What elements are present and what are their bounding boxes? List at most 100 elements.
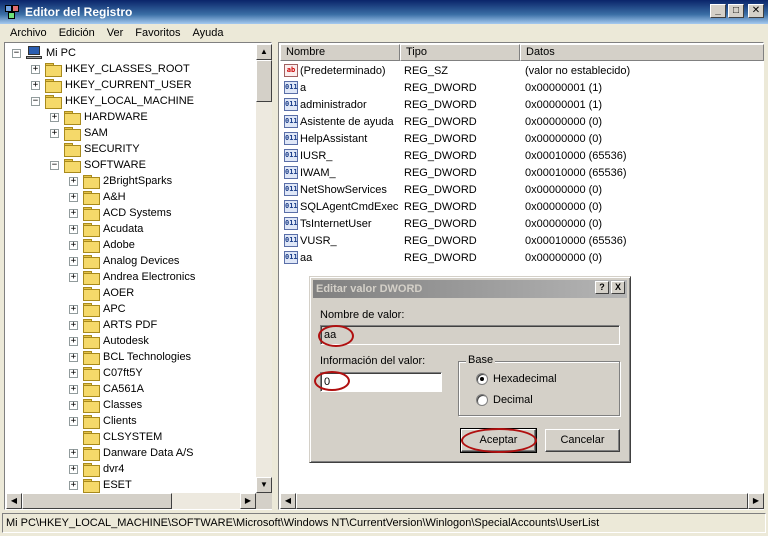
- expand-icon[interactable]: +: [69, 352, 78, 362]
- tree-node[interactable]: − HKEY_LOCAL_MACHINE: [31, 93, 194, 109]
- folder-icon: [64, 127, 81, 141]
- expand-icon[interactable]: +: [69, 272, 78, 282]
- value-data-input[interactable]: 0: [320, 372, 442, 392]
- list-horizontal-scrollbar[interactable]: ◀ ▶: [280, 493, 764, 509]
- value-row[interactable]: 011 IWAM_ REG_DWORD 0x00010000 (65536): [280, 164, 764, 181]
- tree-node[interactable]: + HARDWARE: [50, 109, 148, 125]
- minimize-button[interactable]: _: [710, 4, 726, 18]
- tree-node[interactable]: CLSYSTEM: [69, 429, 162, 445]
- expand-icon[interactable]: +: [69, 464, 78, 474]
- tree-node[interactable]: + ESET: [69, 477, 132, 493]
- expand-icon[interactable]: +: [31, 64, 40, 74]
- value-row[interactable]: 011 TsInternetUser REG_DWORD 0x00000000 (0): [280, 215, 764, 232]
- expand-icon[interactable]: +: [69, 240, 78, 250]
- menu-ayuda[interactable]: Ayuda: [187, 27, 230, 39]
- column-data-header[interactable]: Datos: [520, 44, 764, 61]
- expand-icon[interactable]: +: [69, 192, 78, 202]
- expand-icon[interactable]: +: [69, 416, 78, 426]
- expand-icon[interactable]: +: [50, 128, 59, 138]
- value-row[interactable]: 011 IUSR_ REG_DWORD 0x00010000 (65536): [280, 147, 764, 164]
- expand-icon[interactable]: +: [69, 320, 78, 330]
- value-row[interactable]: 011 aa REG_DWORD 0x00000000 (0): [280, 249, 764, 266]
- tree-node[interactable]: + HKEY_CURRENT_USER: [31, 77, 192, 93]
- tree-node[interactable]: + ACD Systems: [69, 205, 171, 221]
- value-name-cell: 011 HelpAssistant: [280, 132, 400, 145]
- value-row[interactable]: 011 administrador REG_DWORD 0x00000001 (1): [280, 96, 764, 113]
- binary-value-icon: 011: [284, 251, 298, 264]
- tree-node[interactable]: + HKEY_CLASSES_ROOT: [31, 61, 190, 77]
- tree-node[interactable]: + A&H: [69, 189, 126, 205]
- expand-icon[interactable]: +: [69, 384, 78, 394]
- cancel-button[interactable]: Cancelar: [545, 429, 620, 452]
- menu-favoritos[interactable]: Favoritos: [129, 27, 186, 39]
- list-scroll-left-icon[interactable]: ◀: [280, 493, 296, 509]
- tree-node[interactable]: SECURITY: [50, 141, 140, 157]
- expand-icon[interactable]: +: [69, 368, 78, 378]
- value-row[interactable]: 011 a REG_DWORD 0x00000001 (1): [280, 79, 764, 96]
- tree-node[interactable]: + Clients: [69, 413, 137, 429]
- value-row[interactable]: 011 HelpAssistant REG_DWORD 0x00000000 (0): [280, 130, 764, 147]
- expand-icon[interactable]: +: [69, 480, 78, 490]
- collapse-icon[interactable]: −: [12, 48, 21, 58]
- tree-hscroll-thumb[interactable]: [22, 493, 172, 509]
- tree-node[interactable]: + Danware Data A/S: [69, 445, 194, 461]
- expand-icon[interactable]: +: [69, 256, 78, 266]
- expand-icon[interactable]: +: [69, 400, 78, 410]
- expand-icon[interactable]: +: [69, 304, 78, 314]
- maximize-button[interactable]: □: [728, 4, 744, 18]
- collapse-icon[interactable]: −: [50, 160, 59, 170]
- list-hscroll-thumb[interactable]: [296, 493, 748, 509]
- tree-node[interactable]: + BCL Technologies: [69, 349, 191, 365]
- tree-node[interactable]: + C07ft5Y: [69, 365, 143, 381]
- tree-node[interactable]: + Analog Devices: [69, 253, 179, 269]
- tree-horizontal-scrollbar[interactable]: ◀ ▶: [6, 493, 256, 509]
- expand-icon[interactable]: +: [69, 336, 78, 346]
- collapse-icon[interactable]: −: [31, 96, 40, 106]
- tree-node[interactable]: + APC: [69, 301, 126, 317]
- tree-node[interactable]: + SAM: [50, 125, 108, 141]
- menu-edicion[interactable]: Edición: [53, 27, 101, 39]
- value-row[interactable]: 011 SQLAgentCmdExec REG_DWORD 0x00000000 (0…: [280, 198, 764, 215]
- tree-node[interactable]: + Autodesk: [69, 333, 149, 349]
- tree-node[interactable]: +2BrightSparks: [69, 173, 172, 189]
- scroll-down-icon[interactable]: ▼: [256, 477, 272, 493]
- help-button[interactable]: ?: [595, 281, 609, 294]
- menu-archivo[interactable]: Archivo: [4, 27, 53, 39]
- tree-node[interactable]: + Classes: [69, 397, 142, 413]
- hexadecimal-radio[interactable]: Hexadecimal: [476, 373, 557, 385]
- tree-node[interactable]: + Andrea Electronics: [69, 269, 195, 285]
- column-name-header[interactable]: Nombre: [280, 44, 400, 61]
- tree-node[interactable]: + ARTS PDF: [69, 317, 157, 333]
- value-data: 0x00000000 (0): [525, 132, 603, 145]
- tree-vertical-scrollbar[interactable]: ▲ ▼: [256, 44, 272, 493]
- expand-icon[interactable]: +: [69, 448, 78, 458]
- ok-button[interactable]: Aceptar: [460, 428, 537, 453]
- expand-icon[interactable]: +: [69, 176, 78, 186]
- value-row[interactable]: 011 NetShowServices REG_DWORD 0x00000000 (0…: [280, 181, 764, 198]
- expand-icon[interactable]: +: [69, 208, 78, 218]
- menu-ver[interactable]: Ver: [101, 27, 130, 39]
- tree-node[interactable]: + Adobe: [69, 237, 135, 253]
- close-button[interactable]: ✕: [748, 4, 764, 18]
- tree-node[interactable]: + Acudata: [69, 221, 143, 237]
- value-row[interactable]: 011 Asistente de ayuda REG_DWORD 0x00000000…: [280, 113, 764, 130]
- tree-scroll-thumb[interactable]: [256, 60, 272, 102]
- tree-node[interactable]: − Mi PC: [12, 45, 76, 61]
- scroll-right-icon[interactable]: ▶: [240, 493, 256, 509]
- dialog-close-icon[interactable]: X: [611, 281, 625, 294]
- column-type-header[interactable]: Tipo: [400, 44, 520, 61]
- expand-icon[interactable]: +: [50, 112, 59, 122]
- registry-tree: − Mi PC + HKEY_CLASSES_ROOT + HKEY_CURRENT_US…: [6, 44, 256, 493]
- value-row[interactable]: 011 VUSR_ REG_DWORD 0x00010000 (65536): [280, 232, 764, 249]
- expand-icon[interactable]: +: [31, 80, 40, 90]
- scroll-left-icon[interactable]: ◀: [6, 493, 22, 509]
- tree-node[interactable]: AOER: [69, 285, 134, 301]
- tree-node[interactable]: − SOFTWARE: [50, 157, 146, 173]
- tree-node[interactable]: + dvr4: [69, 461, 124, 477]
- value-row[interactable]: ab (Predeterminado) REG_SZ (valor no establ…: [280, 62, 764, 79]
- scroll-up-icon[interactable]: ▲: [256, 44, 272, 60]
- tree-node[interactable]: + CA561A: [69, 381, 144, 397]
- expand-icon[interactable]: +: [69, 224, 78, 234]
- decimal-radio[interactable]: Decimal: [476, 394, 533, 406]
- list-scroll-right-icon[interactable]: ▶: [748, 493, 764, 509]
